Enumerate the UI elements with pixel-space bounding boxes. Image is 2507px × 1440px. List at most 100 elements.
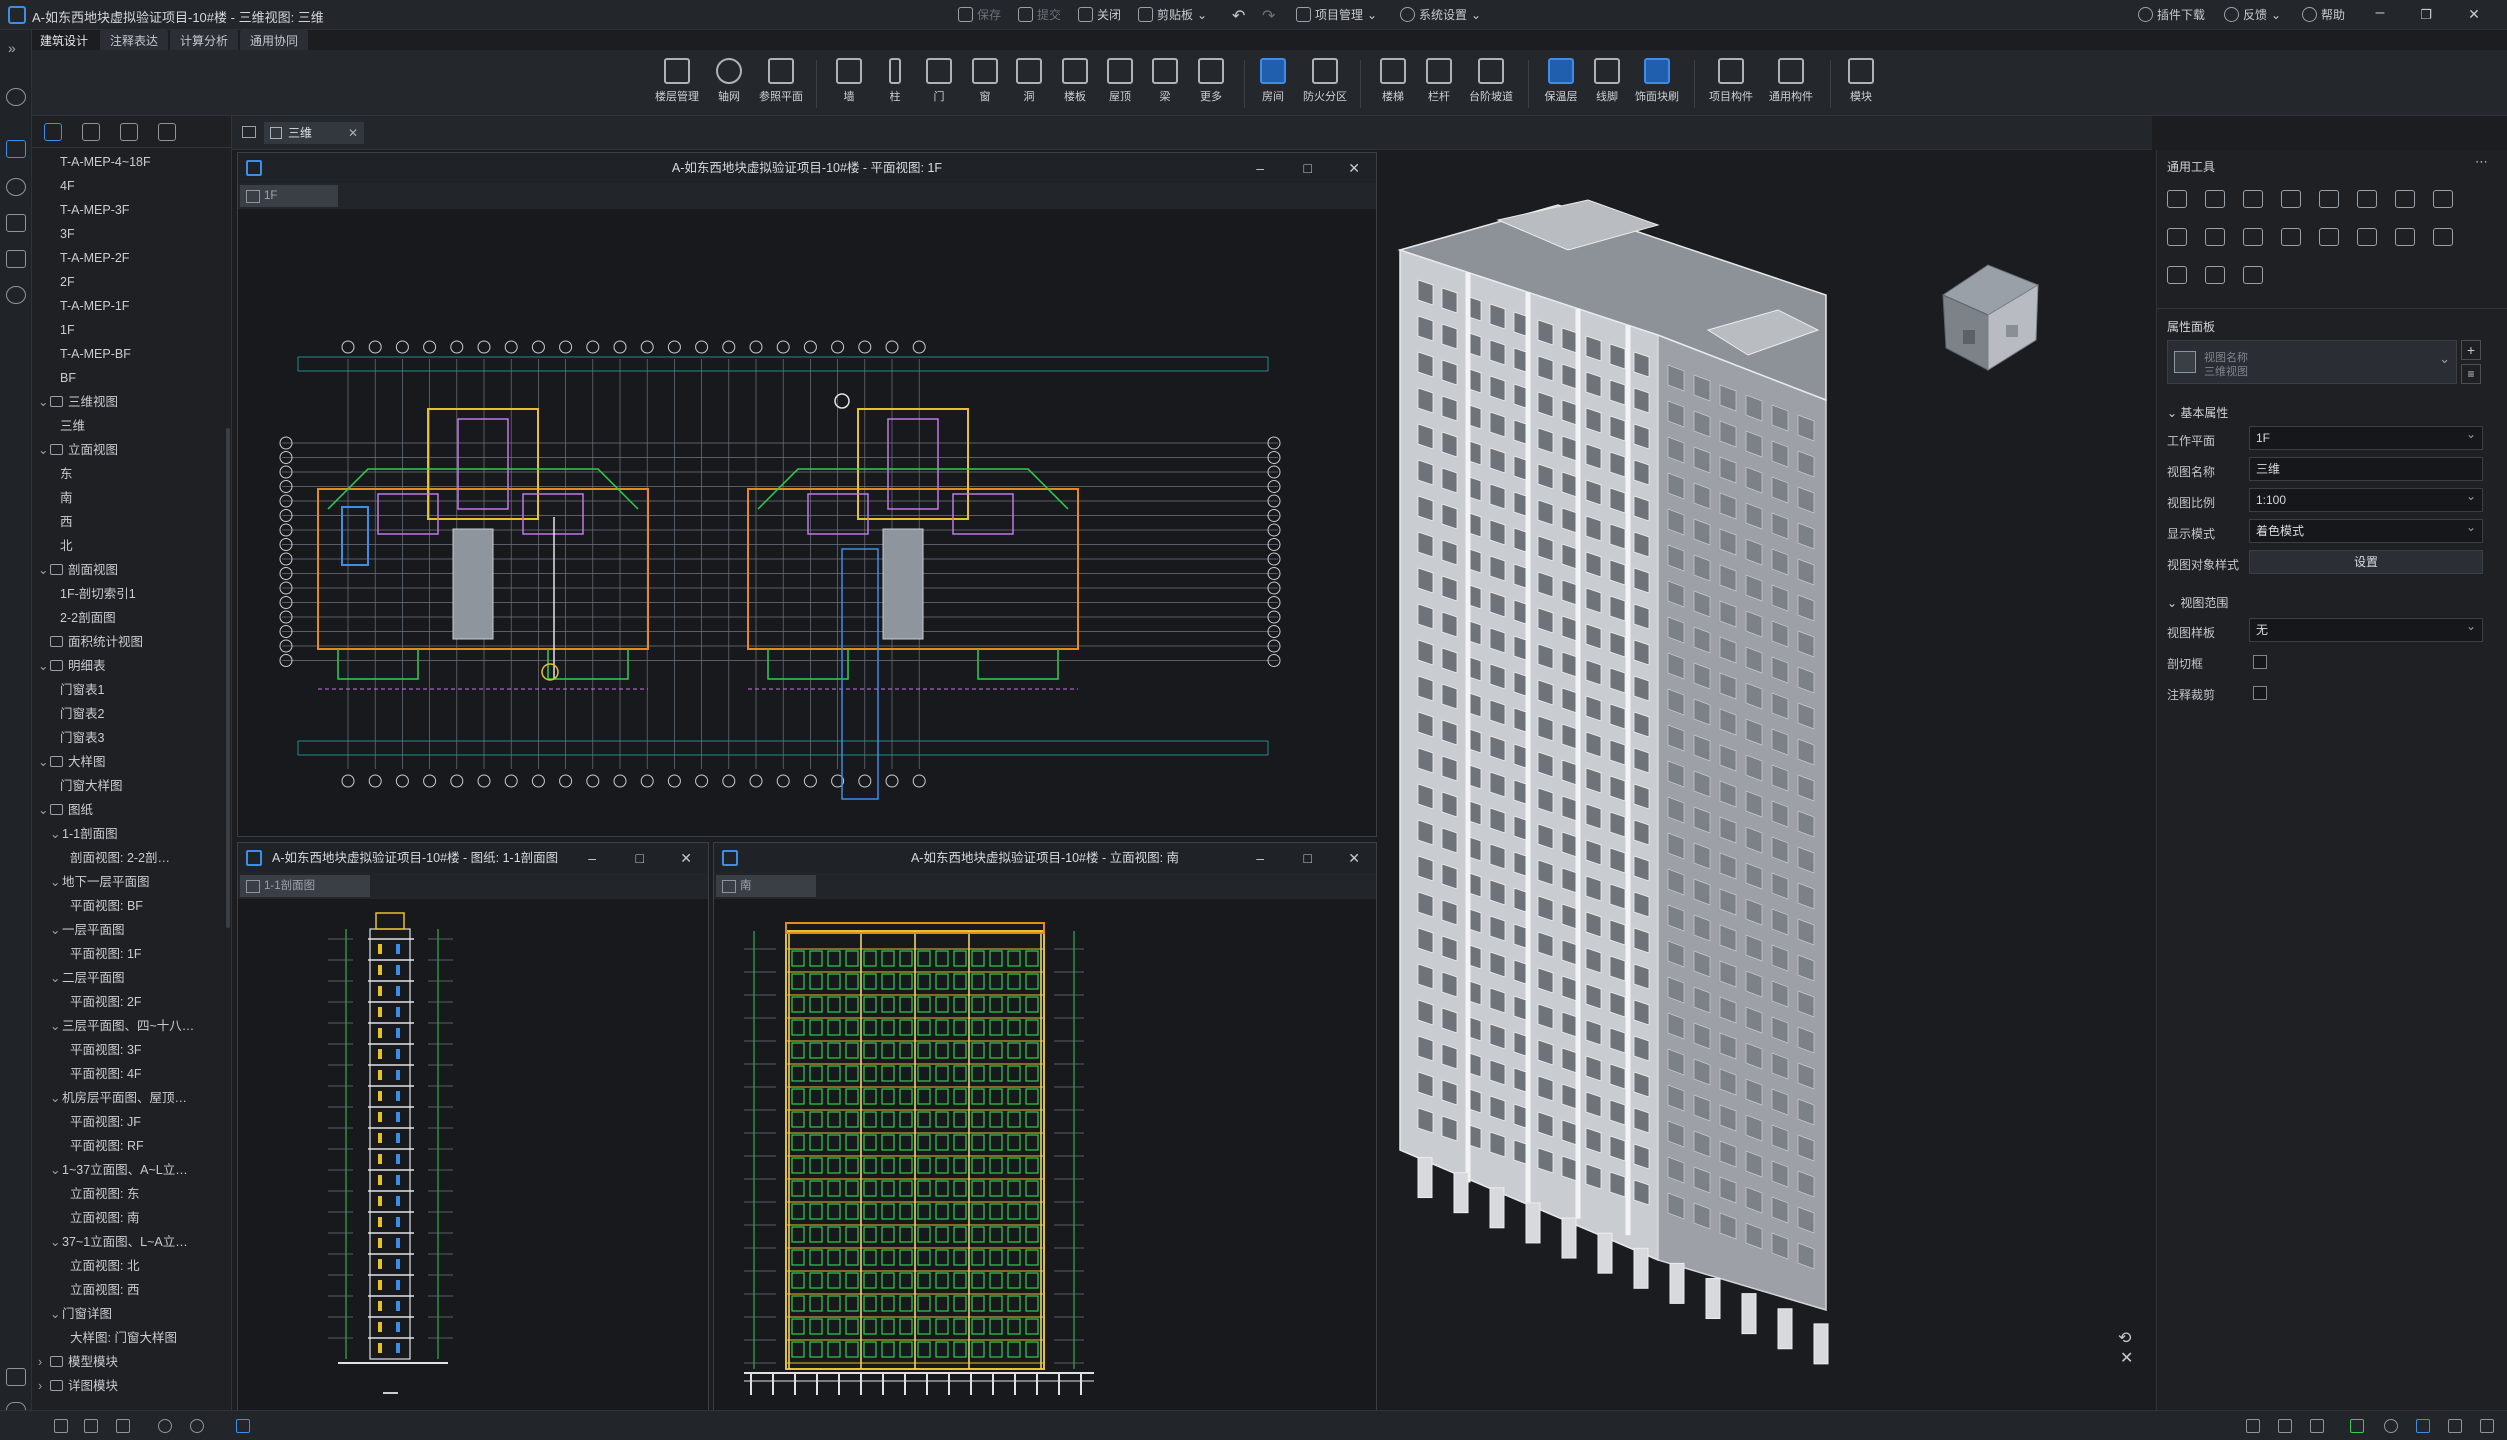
status-visibility-icon[interactable] [190, 1419, 204, 1433]
project-mgmt-button[interactable]: 项目管理 ⌄ [1296, 6, 1377, 23]
tree-folder[interactable]: ⌄ 大样图 [38, 752, 106, 772]
tree-folder[interactable]: › 详图模块 [38, 1376, 118, 1396]
plugin-download-button[interactable]: 插件下载 [2138, 6, 2205, 23]
scale-icon[interactable] [2205, 228, 2225, 246]
tree-item[interactable]: ⌄ 1~37立面图、A~L立… [50, 1160, 188, 1180]
tree-item[interactable]: 平面视图: 2F [70, 992, 142, 1012]
ribbon-floor-mgmt-button[interactable]: 楼层管理 [654, 58, 700, 104]
elevation-drawing-canvas[interactable] [714, 899, 1376, 1411]
system-settings-button[interactable]: 系统设置 ⌄ [1400, 6, 1481, 23]
minimize-button[interactable]: – [1256, 153, 1264, 183]
status-workset-icon[interactable] [116, 1419, 130, 1433]
restore-button[interactable]: ❐ [2412, 7, 2440, 23]
status-layout-icon[interactable] [2480, 1419, 2494, 1433]
ribbon-beam-button[interactable]: 梁 [1142, 58, 1188, 104]
minimize-button[interactable]: – [588, 843, 596, 873]
help-button[interactable]: 帮助 [2302, 6, 2345, 23]
trim-icon[interactable] [2357, 190, 2377, 208]
tree-item[interactable]: 1F [60, 320, 75, 340]
ribbon-roof-button[interactable]: 屋顶 [1097, 58, 1143, 104]
close-doc-button[interactable]: 关闭 [1078, 6, 1121, 23]
tree-folder[interactable]: ⌄ 明细表 [38, 656, 106, 676]
tab-architecture[interactable]: 建筑设计 [30, 30, 99, 50]
tree-item[interactable]: 立面视图: 东 [70, 1184, 139, 1204]
bell-icon[interactable] [6, 1368, 26, 1386]
view-obj-style-settings-button[interactable]: 设置 [2249, 550, 2483, 574]
tree-item[interactable]: 2F [60, 272, 75, 292]
delete-icon[interactable] [2205, 266, 2225, 284]
ribbon-wall-button[interactable]: 墙 [826, 58, 872, 104]
cube-icon[interactable] [158, 122, 176, 141]
expand-icon[interactable]: » [8, 40, 16, 56]
ribbon-column-button[interactable]: 柱 [872, 58, 918, 104]
status-filter-icon[interactable] [236, 1419, 250, 1433]
section-box-checkbox[interactable] [2253, 655, 2267, 669]
tree-scrollbar[interactable] [226, 428, 230, 928]
plan-drawing-canvas[interactable] [238, 209, 1376, 836]
view-name-field[interactable]: 三维 [2249, 457, 2483, 481]
ribbon-generic-comp-button[interactable]: 通用构件 [1768, 58, 1814, 104]
tree-item[interactable]: 2-2剖面图 [60, 608, 116, 628]
ribbon-room-button[interactable]: 房间 [1250, 58, 1296, 104]
tree-item[interactable]: 南 [60, 488, 73, 508]
tab-close-button[interactable]: ✕ [348, 122, 358, 144]
tree-item[interactable]: T-A-MEP-1F [60, 296, 129, 316]
tab-annotation[interactable]: 注释表达 [100, 30, 169, 50]
status-link-icon[interactable] [84, 1419, 98, 1433]
chevron-down-icon[interactable]: ⌄ [50, 1304, 62, 1324]
close-button[interactable]: ✕ [680, 843, 692, 873]
chevron-right-icon[interactable]: › [38, 1376, 50, 1396]
panel-more-icon[interactable]: ⋯ [2475, 154, 2488, 170]
pin-icon[interactable] [2319, 228, 2339, 246]
display-mode-select[interactable]: 着色模式 [2249, 516, 2483, 543]
panel-toggle-icon[interactable] [44, 122, 62, 141]
maximize-button[interactable]: □ [1304, 843, 1312, 873]
type-list-button[interactable]: ≡ [2461, 364, 2481, 384]
ribbon-more-button[interactable]: 更多 [1188, 58, 1234, 104]
ribbon-ramp-button[interactable]: 台阶坡道 [1468, 58, 1514, 104]
array-icon[interactable] [2433, 190, 2453, 208]
tree-item[interactable]: T-A-MEP-BF [60, 344, 131, 364]
tree-folder[interactable]: ⌄ 三维视图 [38, 392, 118, 412]
type-selector[interactable]: 视图名称 三维视图 ⌄ [2167, 340, 2457, 384]
tree-item[interactable]: 1F-剖切索引1 [60, 584, 136, 604]
model-icon[interactable] [6, 140, 26, 158]
chevron-down-icon[interactable]: ⌄ [38, 800, 50, 820]
tree-item[interactable]: 立面视图: 西 [70, 1280, 139, 1300]
locate-icon[interactable] [120, 122, 138, 141]
tree-item[interactable]: 西 [60, 512, 73, 532]
elevation-window-titlebar[interactable]: A-如东西地块虚拟验证项目-10#楼 - 立面视图: 南 – □ ✕ [714, 843, 1376, 873]
rotate-icon[interactable] [2243, 190, 2263, 208]
help-circle-icon[interactable] [6, 286, 26, 304]
tree-item[interactable]: 平面视图: JF [70, 1112, 141, 1132]
tab-analysis[interactable]: 计算分析 [170, 30, 239, 50]
rotate-icon[interactable]: ⟲ [2118, 1328, 2131, 1348]
undo-button[interactable]: ↶ [1232, 6, 1245, 26]
offset-icon[interactable] [2395, 190, 2415, 208]
ribbon-door-button[interactable]: 门 [916, 58, 962, 104]
ribbon-project-comp-button[interactable]: 项目构件 [1708, 58, 1754, 104]
maximize-button[interactable]: □ [636, 843, 644, 873]
compass-icon[interactable] [6, 178, 26, 196]
tree-item[interactable]: 门窗大样图 [60, 776, 123, 796]
close-button[interactable]: ✕ [1348, 153, 1360, 183]
flip-icon[interactable] [2395, 228, 2415, 246]
tree-item[interactable]: 门窗表1 [60, 680, 104, 700]
join-icon[interactable] [2281, 228, 2301, 246]
tree-item[interactable]: ⌄ 门窗详图 [50, 1304, 112, 1324]
chevron-down-icon[interactable]: ⌄ [38, 656, 50, 676]
ribbon-module-button[interactable]: 模块 [1838, 58, 1884, 104]
tree-item[interactable]: 3F [60, 224, 75, 244]
view-range-header[interactable]: ⌄ 视图范围 [2167, 594, 2228, 611]
status-snap-icon[interactable] [2350, 1419, 2364, 1433]
chevron-down-icon[interactable]: ⌄ [38, 752, 50, 772]
status-view-icon[interactable] [2416, 1419, 2430, 1433]
ribbon-grid-button[interactable]: 轴网 [706, 58, 752, 104]
status-window-icon[interactable] [2448, 1419, 2462, 1433]
ribbon-ref-plane-button[interactable]: 参照平面 [758, 58, 804, 104]
ribbon-opening-button[interactable]: 洞 [1006, 58, 1052, 104]
chevron-down-icon[interactable]: ⌄ [38, 440, 50, 460]
tree-folder[interactable]: ⌄ 图纸 [38, 800, 93, 820]
tree-item[interactable]: 东 [60, 464, 73, 484]
basic-props-header[interactable]: ⌄ 基本属性 [2167, 404, 2228, 421]
